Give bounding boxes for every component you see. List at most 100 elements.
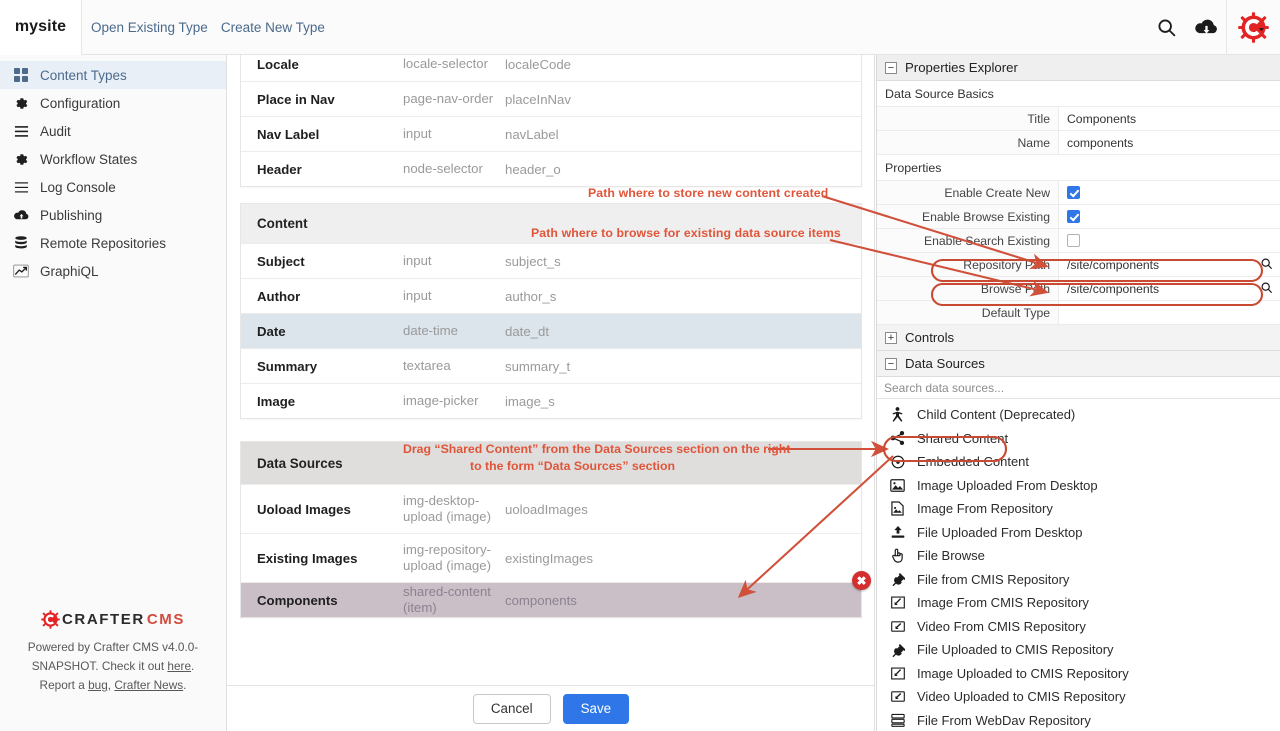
data-source-file-uploaded-to-cmis-repository[interactable]: File Uploaded to CMIS Repository [877,638,1280,662]
data-source-label: File From WebDav Repository [917,712,1091,728]
property-row-title[interactable]: Title Components [877,107,1280,131]
row-label: Header [257,161,302,177]
properties-explorer-panel: − Properties Explorer Data Source Basics… [876,55,1280,731]
search-data-sources-input[interactable]: Search data sources... [877,377,1280,399]
link-bug[interactable]: bug [88,678,108,692]
link-here[interactable]: here [167,659,191,673]
datasources-section-header[interactable]: − Data Sources [877,351,1280,377]
table-row[interactable]: Header node-selector header_o [241,151,861,186]
property-row-browse-path[interactable]: Browse Path /site/components [877,277,1280,301]
form-action-bar: Cancel Save [227,685,874,731]
controls-section-header[interactable]: + Controls [877,325,1280,351]
delete-datasource-button[interactable]: ✖ [852,571,871,590]
list-icon [12,181,30,194]
cloud-upload-icon[interactable] [1186,0,1226,55]
table-row-selected-datasource[interactable]: Components shared-content (item) compone… [241,571,871,617]
property-value[interactable]: components [1059,131,1280,154]
collapse-toggle-icon[interactable]: − [885,357,897,370]
row-control: image-picker [403,393,479,408]
data-source-label: Video From CMIS Repository [917,618,1086,634]
property-value[interactable]: /site/components [1059,277,1280,300]
nav-create-new-type[interactable]: Create New Type [221,20,325,35]
table-row[interactable]: Nav Label input navLabel [241,116,861,151]
table-row[interactable]: Place in Nav page-nav-order placeInNav [241,81,861,116]
section-card-content: Content Subject input subject_s Author i… [240,203,862,419]
table-row[interactable]: Subject input subject_s [241,243,861,278]
property-row-repository-path[interactable]: Repository Path /site/components [877,253,1280,277]
cloud-upload-icon [12,209,30,222]
table-row[interactable]: Existing Images img-repository-upload (i… [241,533,861,582]
data-source-file-from-webdav-repository[interactable]: File From WebDav Repository [877,709,1280,731]
cancel-button[interactable]: Cancel [472,693,551,724]
search-icon[interactable] [1260,257,1273,273]
search-icon[interactable] [1260,281,1273,297]
data-source-video-uploaded-to-cmis-repository[interactable]: Video Uploaded to CMIS Repository [877,685,1280,709]
data-source-image-uploaded-to-cmis-repository[interactable]: Image Uploaded to CMIS Repository [877,662,1280,686]
table-row[interactable]: Summary textarea summary_t [241,348,861,383]
enable-create-new-checkbox[interactable] [1067,186,1080,199]
property-value [1059,205,1280,228]
row-field: uoloadImages [505,501,588,517]
table-row-selected[interactable]: Date date-time date_dt [241,313,861,348]
sidebar-item-workflow-states[interactable]: Workflow States [0,145,226,173]
property-value[interactable]: /site/components [1059,253,1280,276]
row-control: textarea [403,358,451,373]
table-row[interactable]: Locale locale-selector localeCode [241,55,861,81]
enable-browse-existing-checkbox[interactable] [1067,210,1080,223]
nav-open-existing-type[interactable]: Open Existing Type [91,20,208,35]
property-value [1059,181,1280,204]
data-source-video-from-cmis-repository[interactable]: Video From CMIS Repository [877,615,1280,639]
row-field: existingImages [505,550,593,566]
data-source-shared-content[interactable]: Shared Content [877,427,1280,451]
data-sources-list: Child Content (Deprecated) Shared Conten… [877,399,1280,731]
row-label: Components [257,592,338,608]
property-value[interactable]: Components [1059,107,1280,130]
property-row-default-type[interactable]: Default Type [877,301,1280,325]
data-source-child-content[interactable]: Child Content (Deprecated) [877,403,1280,427]
table-row[interactable]: Author input author_s [241,278,861,313]
save-button[interactable]: Save [562,693,630,724]
row-control: date-time [403,323,458,338]
data-source-image-from-repository[interactable]: Image From Repository [877,497,1280,521]
section-header-datasources: Data Sources [241,442,861,484]
sidebar-item-configuration[interactable]: Configuration [0,89,226,117]
data-source-file-browse[interactable]: File Browse [877,544,1280,568]
table-row[interactable]: Uoload Images img-desktop-upload (image)… [241,484,861,533]
content-type-form: Locale locale-selector localeCode Place … [227,55,875,731]
data-source-file-uploaded-from-desktop[interactable]: File Uploaded From Desktop [877,521,1280,545]
property-row-name[interactable]: Name components [877,131,1280,155]
top-bar: mysite Open Existing Type Create New Typ… [0,0,1280,55]
sidebar-item-audit[interactable]: Audit [0,117,226,145]
property-row-enable-browse-existing[interactable]: Enable Browse Existing [877,205,1280,229]
sidebar-item-content-types[interactable]: Content Types [0,61,226,89]
expand-toggle-icon[interactable]: + [885,331,897,344]
table-row[interactable]: Image image-picker image_s [241,383,861,418]
data-source-file-from-cmis-repository[interactable]: File from CMIS Repository [877,568,1280,592]
property-value[interactable] [1059,301,1280,324]
link-crafter-news[interactable]: Crafter News [114,678,183,692]
collapse-toggle-icon[interactable]: − [885,61,897,74]
sidebar-item-graphiql[interactable]: GraphiQL [0,257,226,285]
sidebar-item-label: Workflow States [40,151,138,167]
video-arrow-icon [889,690,906,703]
sidebar-footer: CRAFTER CMS Powered by Crafter CMS v4.0.0… [0,610,226,695]
data-source-image-uploaded-from-desktop[interactable]: Image Uploaded From Desktop [877,474,1280,498]
crafter-logo-icon[interactable] [1226,0,1280,55]
data-source-image-from-cmis-repository[interactable]: Image From CMIS Repository [877,591,1280,615]
search-icon[interactable] [1146,0,1186,55]
sidebar-item-remote-repositories[interactable]: Remote Repositories [0,229,226,257]
row-label: Existing Images [257,550,358,566]
property-row-enable-search-existing[interactable]: Enable Search Existing [877,229,1280,253]
row-field: placeInNav [505,91,571,107]
sidebar-item-log-console[interactable]: Log Console [0,173,226,201]
row-control: img-desktop-upload (image) [403,493,491,524]
row-label: Summary [257,358,318,374]
data-source-embedded-content[interactable]: Embedded Content [877,450,1280,474]
enable-search-existing-checkbox[interactable] [1067,234,1080,247]
row-field: date_dt [505,323,549,339]
site-brand[interactable]: mysite [0,0,82,55]
row-label: Nav Label [257,126,320,142]
property-row-enable-create-new[interactable]: Enable Create New [877,181,1280,205]
sidebar-item-publishing[interactable]: Publishing [0,201,226,229]
image-arrow-icon [889,596,906,609]
